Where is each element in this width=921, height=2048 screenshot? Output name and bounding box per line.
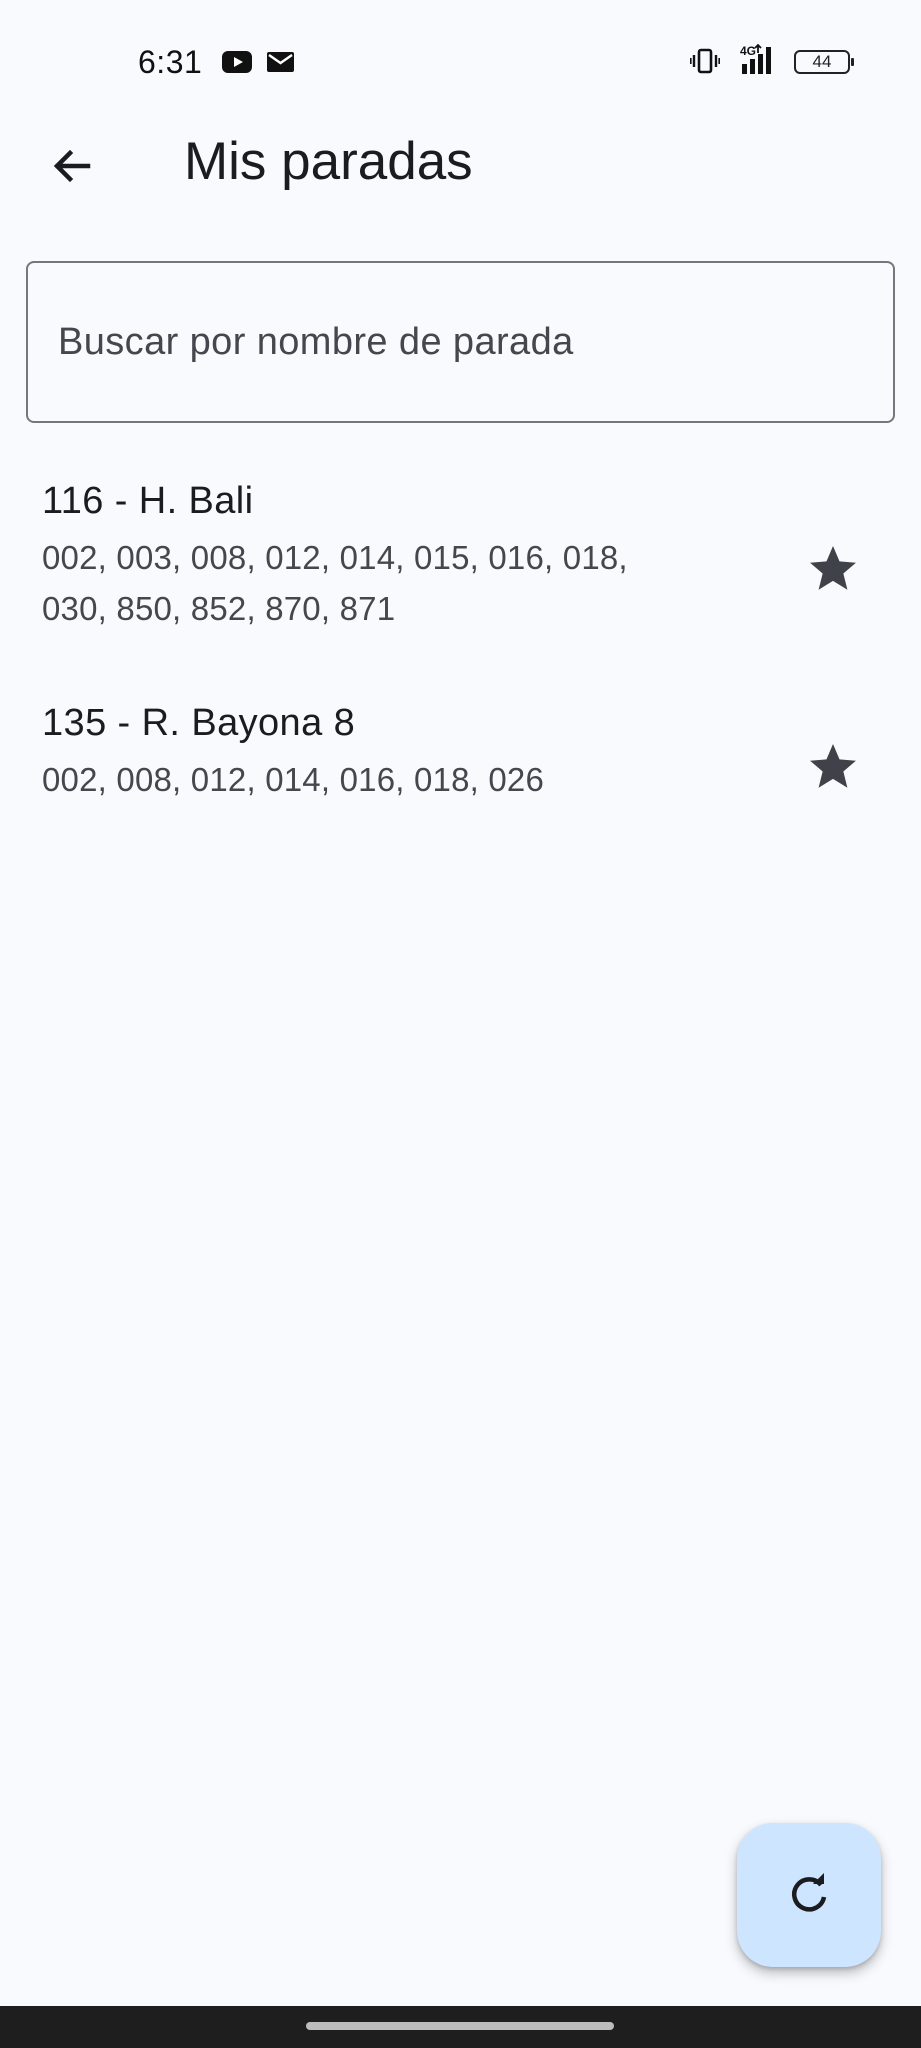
navigation-bar bbox=[0, 2006, 921, 2048]
stop-lines: 002, 003, 008, 012, 014, 015, 016, 018, … bbox=[42, 538, 628, 627]
star-icon bbox=[810, 546, 856, 590]
refresh-icon bbox=[792, 1873, 827, 1912]
search-field[interactable] bbox=[26, 261, 895, 423]
stop-lines: 002, 008, 012, 014, 016, 018, 026 bbox=[42, 760, 545, 798]
battery-level: 44 bbox=[812, 52, 832, 71]
search-input[interactable] bbox=[58, 320, 893, 364]
network-label: 4G bbox=[740, 44, 756, 58]
mail-icon bbox=[267, 52, 294, 72]
star-icon bbox=[810, 744, 856, 788]
refresh-button[interactable] bbox=[737, 1823, 881, 1967]
vibrate-icon bbox=[690, 48, 720, 74]
stop-title: 135 - R. Bayona 8 bbox=[42, 702, 356, 744]
youtube-icon bbox=[222, 51, 252, 73]
stop-list: 116 - H. Bali 002, 003, 008, 012, 014, 0… bbox=[0, 460, 921, 852]
favorite-button[interactable] bbox=[797, 731, 869, 803]
status-bar: 6:31 4G 44 bbox=[0, 0, 921, 120]
home-gesture-handle[interactable] bbox=[306, 2022, 614, 2030]
arrow-left-icon bbox=[53, 149, 91, 183]
status-time: 6:31 bbox=[138, 44, 203, 80]
page-title: Mis paradas bbox=[184, 132, 473, 191]
list-item[interactable]: 116 - H. Bali 002, 003, 008, 012, 014, 0… bbox=[0, 460, 921, 678]
battery-icon: 44 bbox=[794, 50, 854, 74]
favorite-button[interactable] bbox=[797, 533, 869, 605]
app-bar: Mis paradas bbox=[0, 120, 921, 204]
list-item[interactable]: 135 - R. Bayona 8 002, 008, 012, 014, 01… bbox=[0, 682, 921, 852]
screen: 6:31 4G 44 Mis paradas Buscar por nombre… bbox=[0, 0, 921, 2048]
stop-title: 116 - H. Bali bbox=[42, 480, 254, 522]
back-button[interactable] bbox=[32, 126, 112, 206]
signal-4g-icon: 4G bbox=[740, 44, 771, 74]
